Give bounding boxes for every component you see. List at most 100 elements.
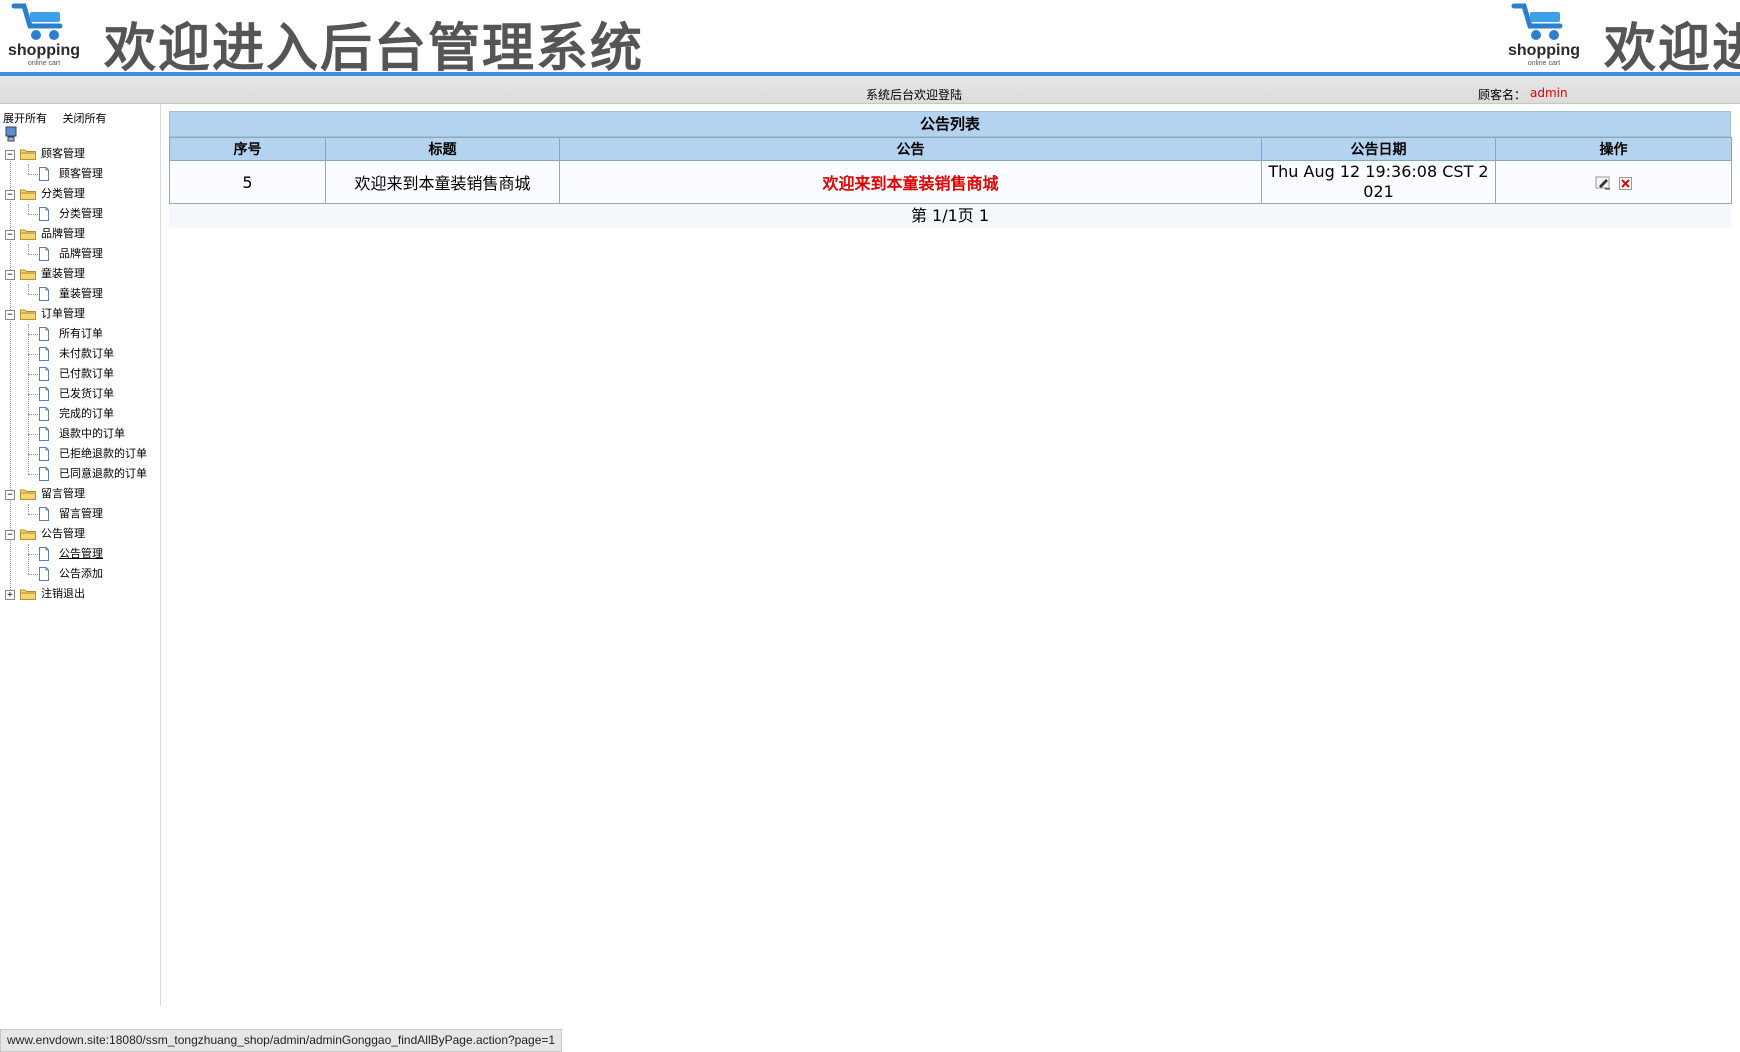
sidebar-group-label: 童装管理 [41,267,85,280]
expand-toggle-icon[interactable]: + [5,590,15,600]
tree-branch-line [28,354,38,355]
collapse-toggle-icon[interactable]: − [5,230,15,240]
sidebar-group-label: 顾客管理 [41,147,85,160]
tree-branch-line [28,214,38,215]
sidebar-item-label[interactable]: 分类管理 [59,204,103,224]
collapse-toggle-icon[interactable]: − [5,150,15,160]
page-icon [39,367,49,381]
page-icon [39,507,49,521]
page-icon [39,347,49,361]
sidebar-group-2[interactable]: − 分类管理 [0,184,160,204]
sidebar-item[interactable]: 顾客管理 [0,164,160,184]
tree-branch-line [28,334,38,335]
computer-icon [5,126,17,142]
tree-branch-line [28,174,38,175]
welcome-text: 系统后台欢迎登陆 [866,88,963,102]
cell-notice: 欢迎来到本童装销售商城 [559,160,1262,204]
sidebar-group-label: 品牌管理 [41,227,85,240]
sidebar-item[interactable]: 退款中的订单 [0,424,160,444]
sidebar-item-label[interactable]: 退款中的订单 [59,424,125,444]
sidebar-group-1[interactable]: − 顾客管理 [0,144,160,164]
sidebar-item[interactable]: 完成的订单 [0,404,160,424]
sidebar-group-4[interactable]: − 童装管理 [0,264,160,284]
sidebar-item[interactable]: 公告管理 [0,544,160,564]
sidebar-item[interactable]: 所有订单 [0,324,160,344]
sidebar-group-5[interactable]: − 订单管理 [0,304,160,324]
collapse-toggle-icon[interactable]: − [5,270,15,280]
logo-text: shopping [8,42,80,59]
tree-sub-line [28,284,29,294]
logo-subtext: online cart [1527,60,1561,67]
page-icon [39,567,49,581]
col-header-actions: 操作 [1495,137,1732,161]
sidebar-item-label[interactable]: 公告管理 [59,544,103,564]
sidebar-group-8[interactable]: + 注销退出 [0,584,160,604]
sidebar-group-label: 公告管理 [41,527,85,540]
col-header-id: 序号 [169,137,326,161]
sidebar-item-label[interactable]: 品牌管理 [59,244,103,264]
tree-branch-line [28,474,38,475]
sidebar-group-7[interactable]: − 公告管理 [0,524,160,544]
sidebar-item[interactable]: 分类管理 [0,204,160,224]
folder-icon [20,229,36,240]
collapse-toggle-icon[interactable]: − [5,190,15,200]
sidebar-group-label: 留言管理 [41,487,85,500]
collapse-toggle-icon[interactable]: − [5,530,15,540]
sidebar-item[interactable]: 已付款订单 [0,364,160,384]
tree-sub-line [28,204,29,214]
sidebar-item-label[interactable]: 顾客管理 [59,164,103,184]
col-header-notice: 公告 [559,137,1262,161]
sidebar-item[interactable]: 品牌管理 [0,244,160,264]
sidebar-item[interactable]: 已拒绝退款的订单 [0,444,160,464]
sidebar-group-label: 订单管理 [41,307,85,320]
collapse-all-link[interactable]: 关闭所有 [63,112,107,125]
user-name: admin [1530,86,1568,100]
sidebar-item-label[interactable]: 公告添加 [59,564,103,584]
sidebar-item-label[interactable]: 已发货订单 [59,384,114,404]
app-header: shopping online cart 欢迎进入后台管理系统 shopping… [0,0,1740,72]
collapse-toggle-icon[interactable]: − [5,490,15,500]
sidebar-item-label[interactable]: 已同意退款的订单 [59,464,147,484]
page-icon [39,327,49,341]
panel-title: 公告列表 [169,111,1731,137]
sidebar-item[interactable]: 留言管理 [0,504,160,524]
page-icon [39,407,49,421]
sidebar-item[interactable]: 已发货订单 [0,384,160,404]
tree-branch-line [28,514,38,515]
expand-all-link[interactable]: 展开所有 [3,112,47,125]
shopping-logo: shopping online cart [4,2,84,68]
tree-branch-line [28,394,38,395]
sidebar-item-label[interactable]: 童装管理 [59,284,103,304]
col-header-date: 公告日期 [1261,137,1496,161]
page-icon [39,387,49,401]
cell-id: 5 [169,160,326,204]
sidebar-nav: 展开所有 关闭所有 − 顾客管理 顾客管理 − 分类管理 分类管理 − 品牌管理 品牌管理 − 童装… [0,104,161,1006]
tree-branch-line [28,294,38,295]
page-icon [39,547,49,561]
sidebar-item[interactable]: 未付款订单 [0,344,160,364]
sidebar-group-6[interactable]: − 留言管理 [0,484,160,504]
tree-sub-line [28,244,29,254]
page-icon [39,447,49,461]
sidebar-item-label[interactable]: 所有订单 [59,324,103,344]
folder-icon [20,189,36,200]
sidebar-item[interactable]: 童装管理 [0,284,160,304]
sidebar-group-3[interactable]: − 品牌管理 [0,224,160,244]
tree-branch-line [28,434,38,435]
sidebar-item-label[interactable]: 留言管理 [59,504,103,524]
shopping-cart-icon [11,3,63,40]
tree-sub-line [28,504,29,514]
sidebar-item-label[interactable]: 已付款订单 [59,364,114,384]
folder-icon [20,309,36,320]
sidebar-item[interactable]: 已同意退款的订单 [0,464,160,484]
sidebar-item-label[interactable]: 完成的订单 [59,404,114,424]
collapse-toggle-icon[interactable]: − [5,310,15,320]
sidebar-item[interactable]: 公告添加 [0,564,160,584]
sidebar-group-label: 注销退出 [41,587,85,600]
sidebar-item-label[interactable]: 已拒绝退款的订单 [59,444,147,464]
sidebar-item-label[interactable]: 未付款订单 [59,344,114,364]
delete-icon[interactable] [1618,176,1632,190]
page-icon [39,287,49,301]
user-label: 顾客名： [1478,88,1527,102]
edit-icon[interactable] [1595,176,1611,190]
